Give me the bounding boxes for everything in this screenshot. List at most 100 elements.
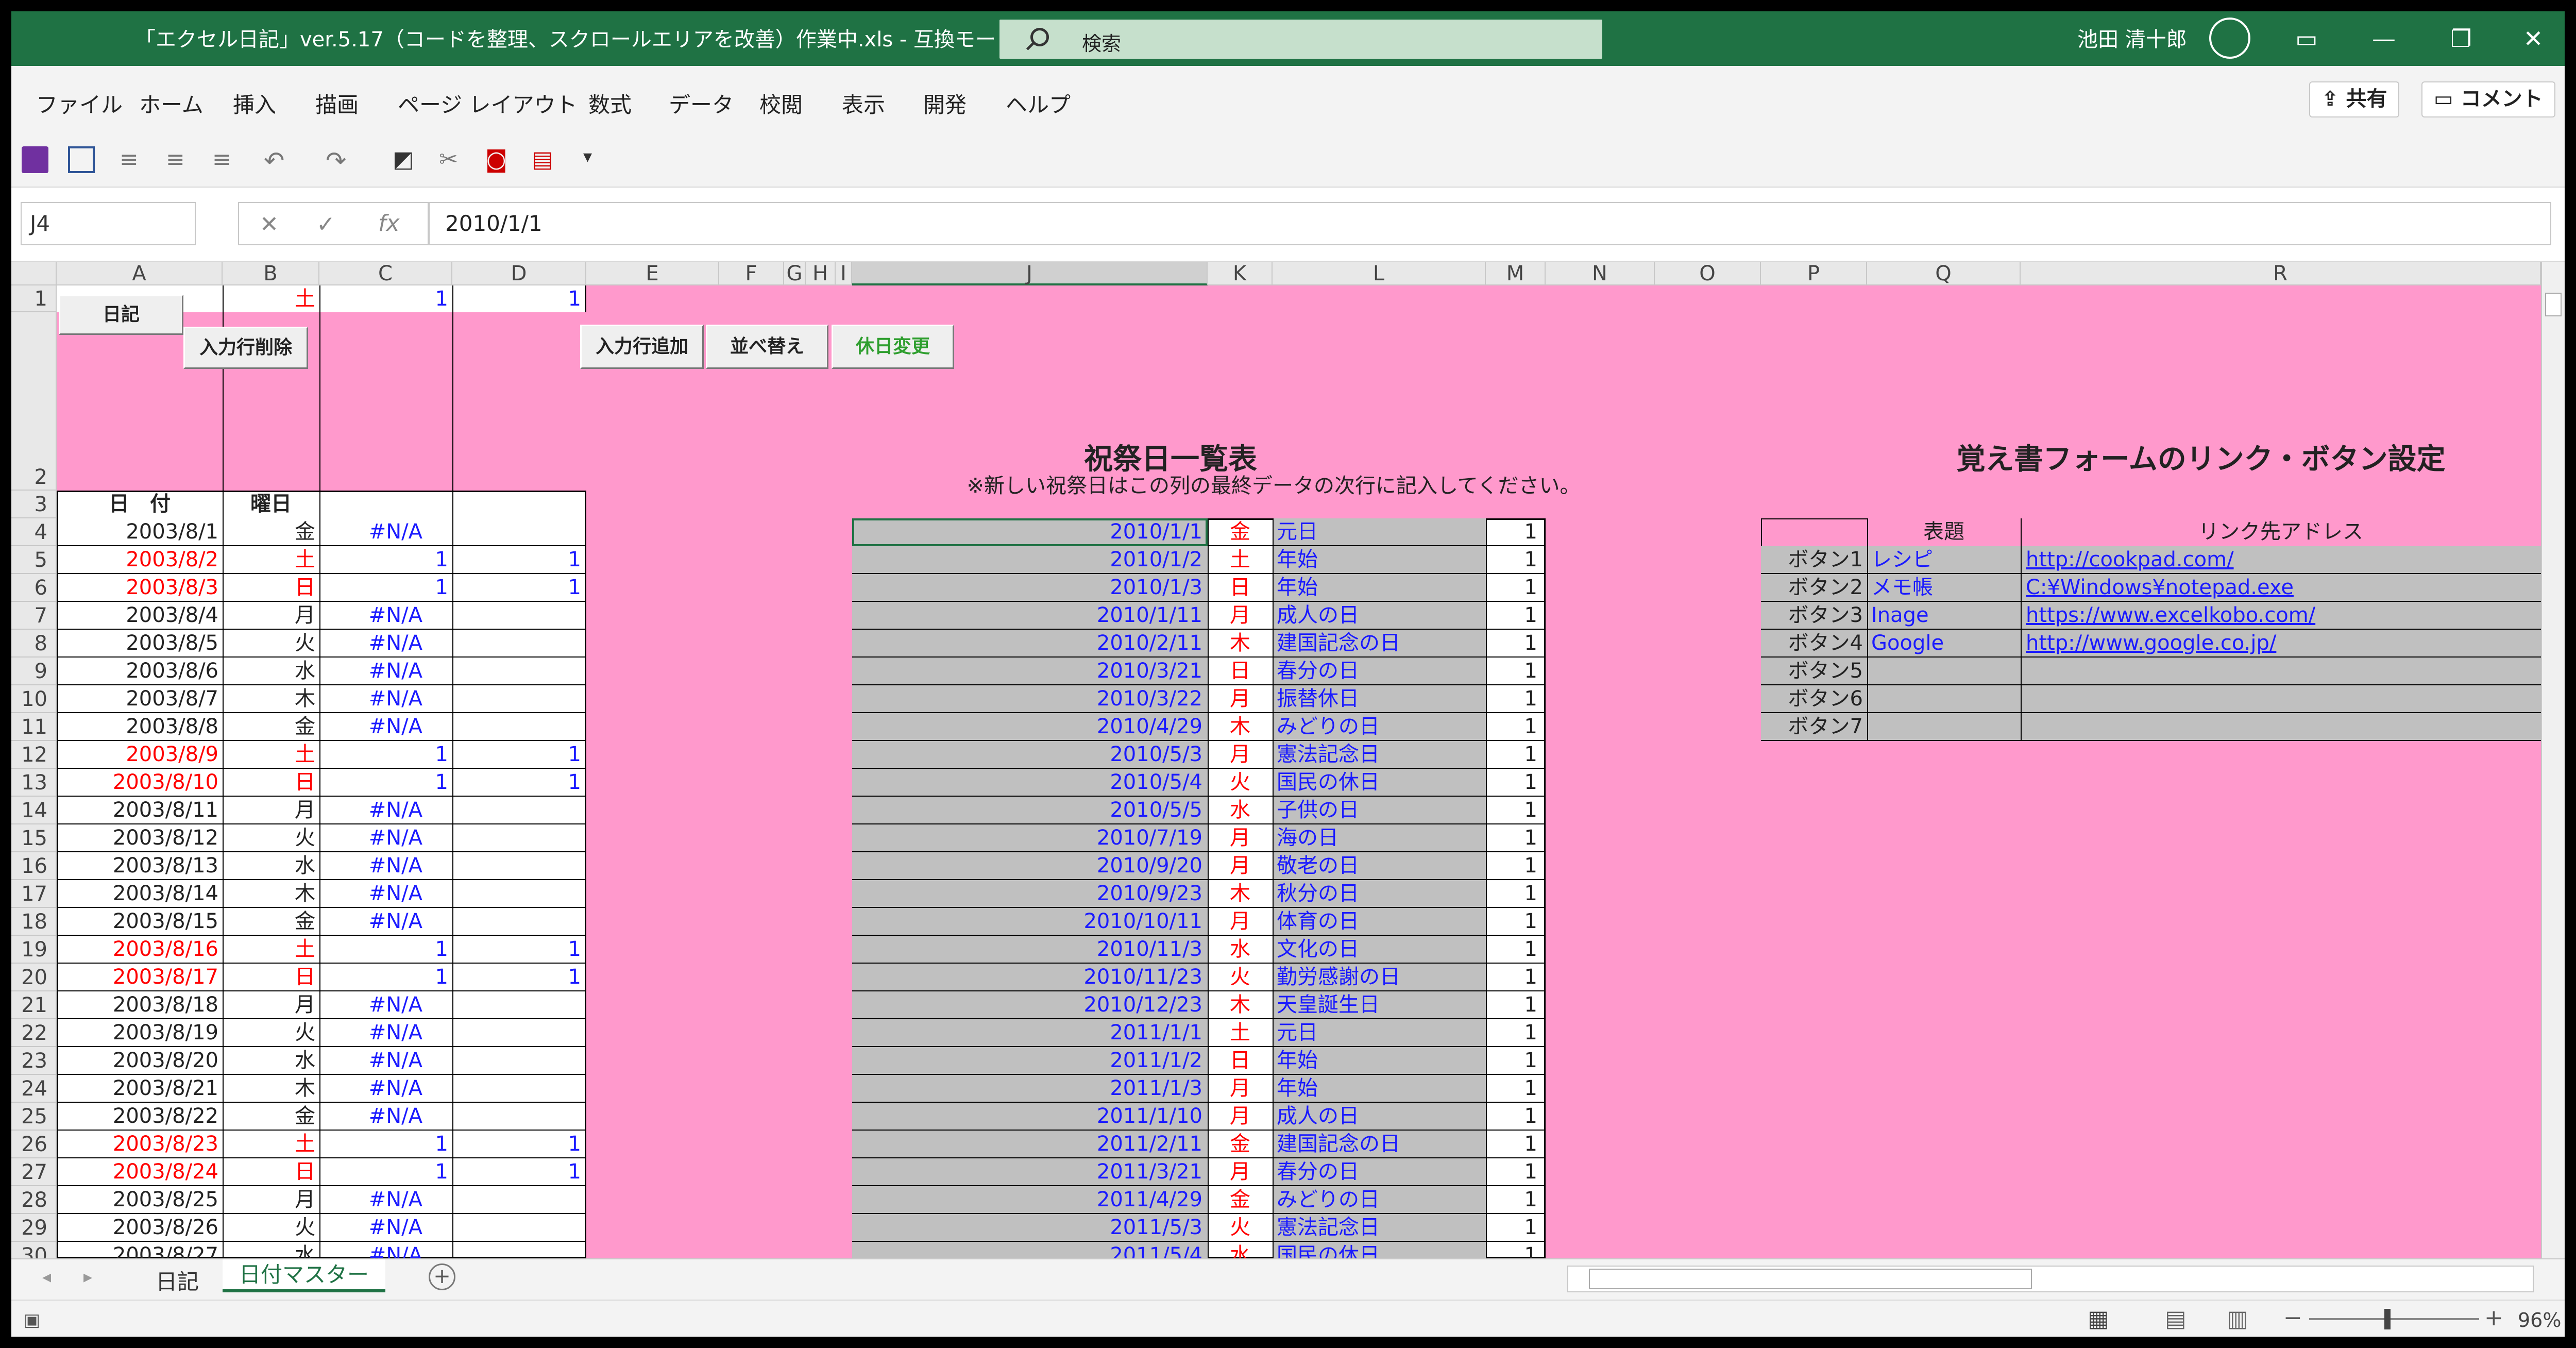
holiday-weekday[interactable]: 水: [1208, 797, 1273, 823]
holiday-weekday[interactable]: 月: [1208, 852, 1273, 879]
avatar[interactable]: [2209, 18, 2250, 59]
holiday-flag[interactable]: 1: [1486, 1214, 1537, 1241]
value-cell-c[interactable]: #N/A: [319, 991, 422, 1018]
add-sheet-icon[interactable]: +: [429, 1263, 455, 1290]
holiday-name[interactable]: 憲法記念日: [1277, 1214, 1483, 1241]
row-header[interactable]: 20: [11, 964, 57, 991]
holiday-name[interactable]: 勤労感謝の日: [1277, 964, 1483, 990]
weekday-cell[interactable]: 土: [223, 741, 315, 768]
value-cell-d[interactable]: 1: [452, 546, 581, 573]
holiday-name[interactable]: 天皇誕生日: [1277, 991, 1483, 1018]
row-header[interactable]: 26: [11, 1131, 57, 1158]
holiday-flag[interactable]: 1: [1486, 797, 1537, 823]
weekday-cell[interactable]: 火: [223, 1214, 315, 1241]
date-cell[interactable]: 2003/8/15: [57, 908, 218, 935]
date-cell[interactable]: 2003/8/2: [57, 546, 218, 573]
weekday-cell[interactable]: 日: [223, 574, 315, 601]
holiday-name[interactable]: 建国記念の日: [1277, 630, 1483, 656]
date-cell[interactable]: 2003/8/7: [57, 685, 218, 712]
holiday-flag[interactable]: 1: [1486, 602, 1537, 629]
holiday-flag[interactable]: 1: [1486, 936, 1537, 963]
holiday-name[interactable]: 敬老の日: [1277, 852, 1483, 879]
date-cell[interactable]: 2003/8/11: [57, 797, 218, 823]
holiday-weekday[interactable]: 月: [1208, 741, 1273, 768]
value-cell-c[interactable]: #N/A: [319, 685, 422, 712]
link-button-label[interactable]: ボタン1: [1761, 546, 1867, 573]
holiday-weekday[interactable]: 月: [1208, 824, 1273, 851]
date-cell[interactable]: 2003/8/19: [57, 1019, 218, 1046]
share-button[interactable]: ⇪ 共有: [2309, 81, 2400, 117]
value-cell-c[interactable]: #N/A: [319, 630, 422, 656]
weekday-cell[interactable]: 月: [223, 1186, 315, 1213]
holiday-flag[interactable]: 1: [1486, 852, 1537, 879]
holiday-date[interactable]: 2010/3/21: [852, 658, 1202, 684]
tab-data[interactable]: データ: [669, 88, 734, 119]
holiday-flag[interactable]: 1: [1486, 1242, 1537, 1258]
weekday-cell[interactable]: 木: [223, 685, 315, 712]
link-button-label[interactable]: ボタン7: [1761, 713, 1867, 740]
row-header[interactable]: 23: [11, 1047, 57, 1075]
column-header-o[interactable]: O: [1655, 262, 1761, 285]
weekday-cell[interactable]: 土: [223, 936, 315, 963]
weekday-cell[interactable]: 水: [223, 1047, 315, 1074]
holiday-date[interactable]: 2010/5/5: [852, 797, 1202, 823]
holiday-date[interactable]: 2011/1/10: [852, 1103, 1202, 1130]
holiday-flag[interactable]: 1: [1486, 1047, 1537, 1074]
zoom-level[interactable]: 96%: [2518, 1309, 2561, 1332]
holiday-date[interactable]: 2011/5/3: [852, 1214, 1202, 1241]
weekday-cell[interactable]: 金: [223, 1103, 315, 1130]
value-cell-c[interactable]: 1: [319, 936, 448, 963]
column-header-n[interactable]: N: [1546, 262, 1655, 285]
column-header-c[interactable]: C: [319, 262, 452, 285]
holiday-weekday[interactable]: 木: [1208, 630, 1273, 656]
holiday-date[interactable]: 2011/5/4: [852, 1242, 1202, 1258]
date-cell[interactable]: 2003/8/24: [57, 1158, 218, 1185]
holiday-name[interactable]: 建国記念の日: [1277, 1131, 1483, 1157]
holiday-flag[interactable]: 1: [1486, 1131, 1537, 1157]
holiday-name[interactable]: 成人の日: [1277, 602, 1483, 629]
holiday-date[interactable]: 2010/11/23: [852, 964, 1202, 990]
column-header-d[interactable]: D: [452, 262, 586, 285]
row-header[interactable]: 14: [11, 797, 57, 824]
weekday-cell[interactable]: 月: [223, 602, 315, 629]
holiday-date[interactable]: 2010/9/23: [852, 880, 1202, 907]
value-cell-c[interactable]: #N/A: [319, 1075, 422, 1102]
horizontal-scrollbar[interactable]: [1567, 1266, 2534, 1292]
vba-icon[interactable]: [68, 146, 95, 173]
holiday-flag[interactable]: 1: [1486, 630, 1537, 656]
holiday-date[interactable]: 2010/2/11: [852, 630, 1202, 656]
date-cell[interactable]: 2003/8/21: [57, 1075, 218, 1102]
holiday-name[interactable]: みどりの日: [1277, 1186, 1483, 1213]
value-cell-c[interactable]: #N/A: [319, 713, 422, 740]
weekday-cell[interactable]: 月: [223, 797, 315, 823]
holiday-flag[interactable]: 1: [1486, 574, 1537, 601]
row-header[interactable]: 27: [11, 1158, 57, 1186]
link-button-label[interactable]: ボタン5: [1761, 658, 1867, 684]
align-left-icon[interactable]: ≡: [120, 146, 146, 173]
value-cell-c[interactable]: 1: [319, 546, 448, 573]
macro-icon[interactable]: ▤: [532, 146, 558, 173]
holiday-weekday[interactable]: 木: [1208, 713, 1273, 740]
holiday-name[interactable]: 春分の日: [1277, 1158, 1483, 1185]
holiday-flag[interactable]: 1: [1486, 713, 1537, 740]
holiday-name[interactable]: 年始: [1277, 1047, 1483, 1074]
value-cell-c[interactable]: #N/A: [319, 880, 422, 907]
page-layout-view-icon[interactable]: ▤: [2165, 1306, 2187, 1332]
holiday-flag[interactable]: 1: [1486, 546, 1537, 573]
tab-draw[interactable]: 描画: [315, 88, 359, 119]
date-cell[interactable]: 2003/8/4: [57, 602, 218, 629]
value-cell-c[interactable]: #N/A: [319, 1103, 422, 1130]
weekday-cell[interactable]: 土: [223, 546, 315, 573]
value-cell-c[interactable]: #N/A: [319, 518, 422, 545]
holiday-date[interactable]: 2010/1/11: [852, 602, 1202, 629]
holiday-date[interactable]: 2011/2/11: [852, 1131, 1202, 1157]
weekday-cell[interactable]: 水: [223, 1242, 315, 1258]
holiday-date[interactable]: 2011/1/3: [852, 1075, 1202, 1102]
enter-icon[interactable]: ✓: [316, 211, 335, 238]
holiday-weekday[interactable]: 金: [1208, 518, 1273, 545]
holiday-date[interactable]: 2010/5/3: [852, 741, 1202, 768]
value-cell-c[interactable]: #N/A: [319, 602, 422, 629]
value-cell-d[interactable]: 1: [452, 769, 581, 796]
row-header[interactable]: 19: [11, 936, 57, 964]
cell-c1[interactable]: 1: [319, 285, 448, 312]
